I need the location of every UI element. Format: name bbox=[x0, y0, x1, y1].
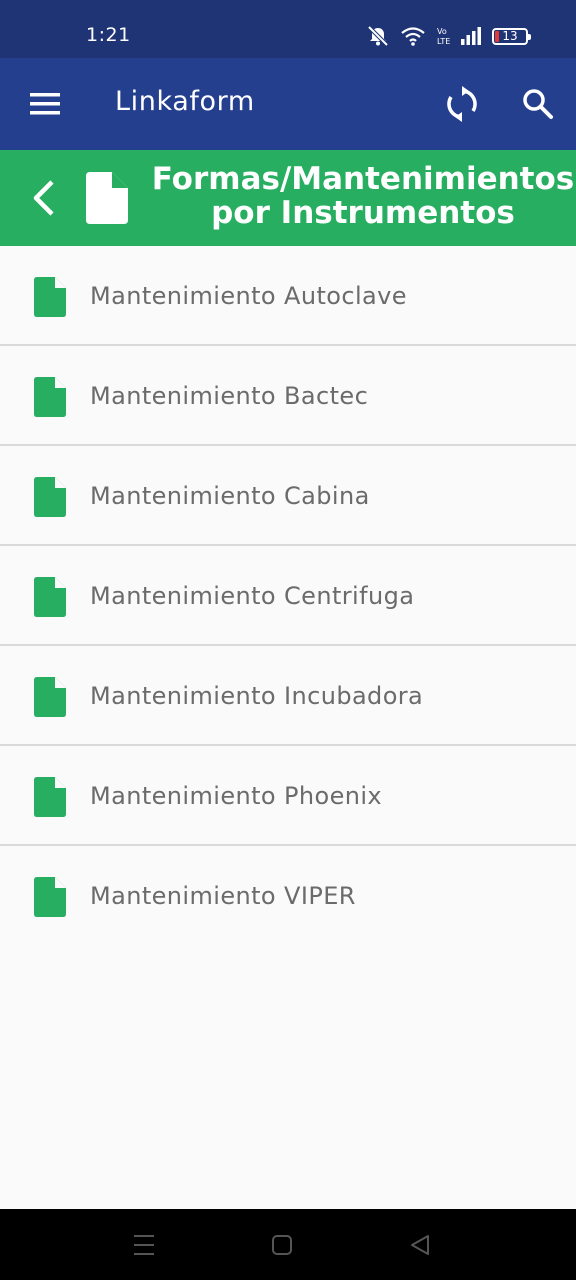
back-button[interactable] bbox=[26, 176, 62, 220]
list-item[interactable]: Mantenimiento Incubadora bbox=[0, 646, 576, 746]
list-item[interactable]: Mantenimiento Cabina bbox=[0, 446, 576, 546]
list-item[interactable]: Mantenimiento Autoclave bbox=[0, 246, 576, 346]
recents-icon bbox=[134, 1235, 154, 1255]
app-bar: Linkaform bbox=[0, 58, 576, 150]
search-button[interactable] bbox=[518, 84, 558, 124]
list-item[interactable]: Mantenimiento Centrifuga bbox=[0, 546, 576, 646]
sync-button[interactable] bbox=[442, 84, 482, 124]
app-title: Linkaform bbox=[115, 86, 255, 117]
section-title-line2: por Instrumentos bbox=[211, 195, 515, 231]
battery-icon: 13 bbox=[492, 27, 531, 45]
volte-icon: Vo LTE bbox=[437, 27, 450, 46]
list-item-label: Mantenimiento VIPER bbox=[90, 882, 356, 910]
list-item-label: Mantenimiento Phoenix bbox=[90, 782, 383, 810]
document-icon bbox=[34, 777, 66, 817]
signal-icon bbox=[461, 27, 481, 45]
mute-bell-icon bbox=[367, 25, 389, 47]
section-header: Formas/Mantenimientos por Instrumentos bbox=[0, 150, 576, 246]
list-item-label: Mantenimiento Centrifuga bbox=[90, 582, 415, 610]
document-icon bbox=[34, 577, 66, 617]
document-icon bbox=[34, 377, 66, 417]
list-item[interactable]: Mantenimiento VIPER bbox=[0, 846, 576, 946]
svg-text:Vo: Vo bbox=[437, 27, 447, 36]
list-item-label: Mantenimiento Autoclave bbox=[90, 282, 407, 310]
battery-level: 13 bbox=[502, 28, 518, 43]
back-triangle-icon bbox=[411, 1235, 429, 1255]
list-item-label: Mantenimiento Cabina bbox=[90, 482, 370, 510]
status-bar: 1:21 Vo LTE 13 bbox=[0, 0, 576, 58]
home-icon bbox=[272, 1235, 292, 1255]
search-icon bbox=[523, 89, 553, 119]
menu-button[interactable] bbox=[24, 86, 66, 122]
back-chevron-icon bbox=[33, 180, 54, 216]
list-item[interactable]: Mantenimiento Bactec bbox=[0, 346, 576, 446]
svg-text:LTE: LTE bbox=[437, 37, 450, 46]
document-icon bbox=[34, 277, 66, 317]
system-nav-bar bbox=[0, 1209, 576, 1280]
list-item-label: Mantenimiento Bactec bbox=[90, 382, 369, 410]
list-item[interactable]: Mantenimiento Phoenix bbox=[0, 746, 576, 846]
recents-button[interactable] bbox=[130, 1231, 158, 1259]
section-title-line1: Formas/Mantenimientos bbox=[151, 161, 575, 197]
document-icon bbox=[34, 877, 66, 917]
home-button[interactable] bbox=[268, 1231, 296, 1259]
list-item-label: Mantenimiento Incubadora bbox=[90, 682, 424, 710]
forms-list: Mantenimiento Autoclave Mantenimiento Ba… bbox=[0, 246, 576, 946]
status-icons: Vo LTE 13 bbox=[366, 25, 531, 47]
document-icon bbox=[34, 477, 66, 517]
section-title: Formas/Mantenimientos por Instrumentos bbox=[150, 162, 576, 230]
menu-icon bbox=[30, 93, 60, 115]
wifi-icon bbox=[401, 27, 425, 46]
sync-icon bbox=[447, 86, 477, 122]
document-icon bbox=[86, 172, 128, 224]
back-nav-button[interactable] bbox=[406, 1231, 434, 1259]
document-icon bbox=[34, 677, 66, 717]
status-time: 1:21 bbox=[86, 24, 131, 46]
